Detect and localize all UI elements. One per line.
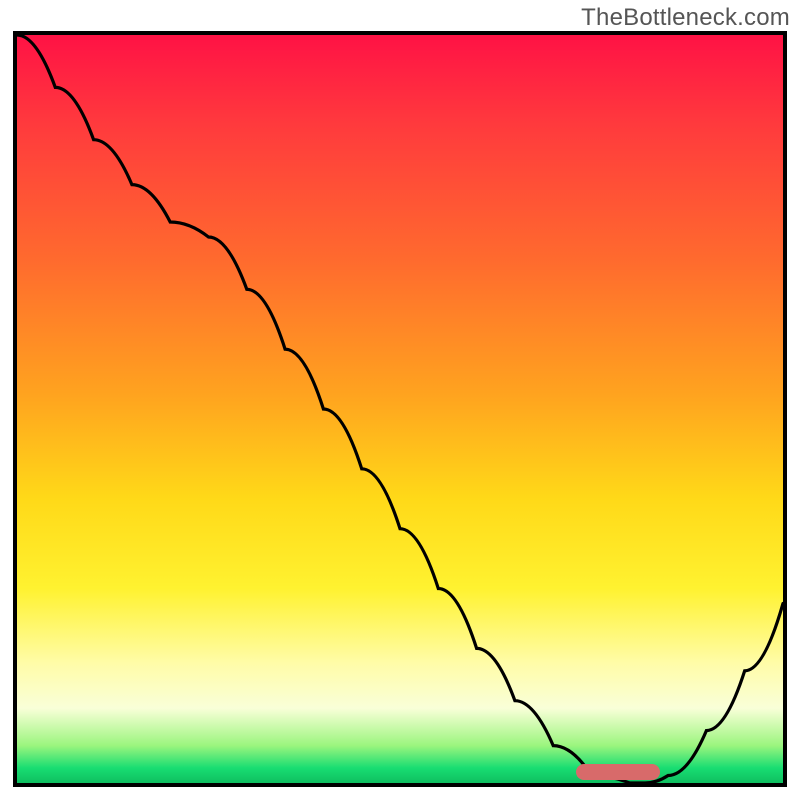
optimum-marker bbox=[576, 764, 660, 780]
bottleneck-curve bbox=[17, 35, 783, 783]
curve-svg bbox=[17, 35, 783, 783]
plot-area bbox=[13, 31, 787, 787]
watermark-text: TheBottleneck.com bbox=[581, 4, 790, 32]
chart-frame: TheBottleneck.com bbox=[0, 0, 800, 800]
